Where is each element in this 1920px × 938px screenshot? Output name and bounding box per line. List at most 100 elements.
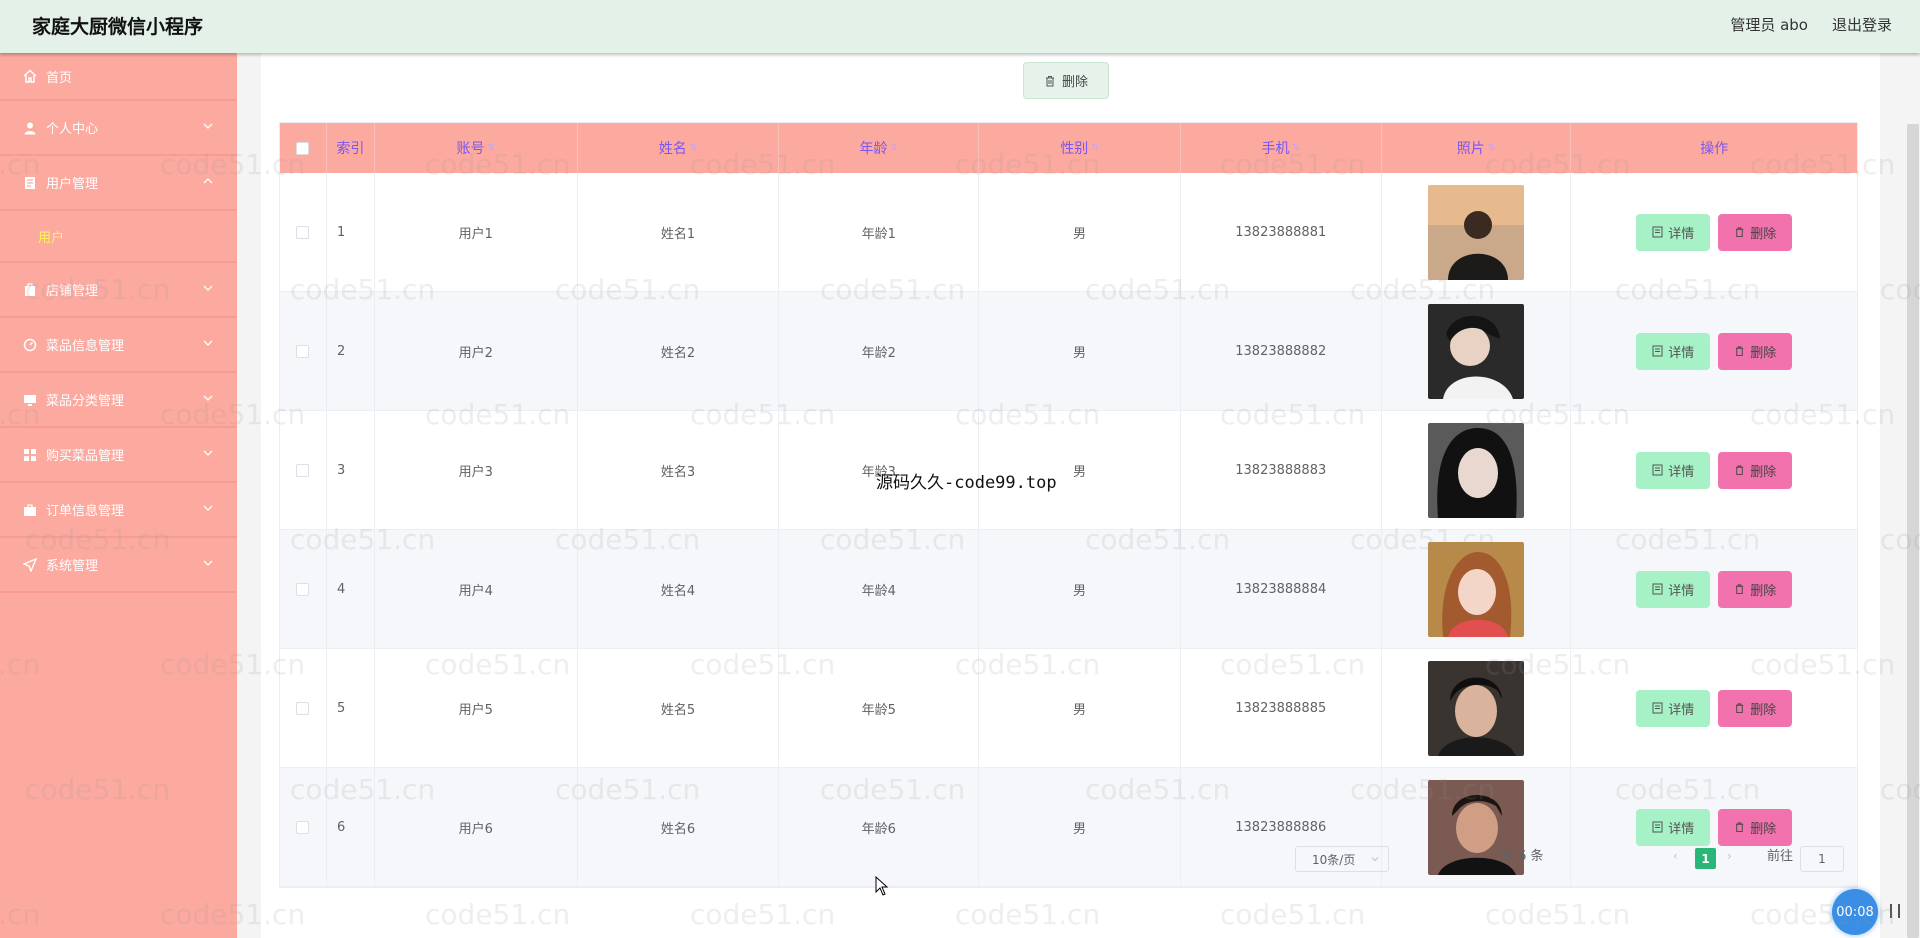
user-photo[interactable] bbox=[1428, 184, 1524, 280]
header-photo[interactable]: 照片 ⇅ bbox=[1382, 123, 1572, 173]
cell-age: 年龄1 bbox=[779, 173, 980, 291]
cell-photo bbox=[1382, 768, 1572, 886]
bulk-delete-button[interactable]: 删除 bbox=[1023, 62, 1109, 99]
row-select bbox=[280, 292, 327, 410]
sort-icon[interactable]: ⇅ bbox=[690, 143, 698, 153]
sidebar-item-user-management[interactable]: 用户管理 bbox=[0, 156, 237, 211]
delete-button[interactable]: 删除 bbox=[1718, 570, 1793, 608]
chevron-down-icon bbox=[203, 340, 213, 346]
row-checkbox[interactable] bbox=[296, 225, 310, 239]
row-checkbox[interactable] bbox=[296, 701, 310, 715]
header-select-all bbox=[280, 123, 327, 173]
detail-button[interactable]: 详情 bbox=[1636, 213, 1711, 251]
row-select bbox=[280, 649, 327, 767]
admin-label[interactable]: 管理员 abo bbox=[1730, 14, 1808, 35]
delete-button[interactable]: 删除 bbox=[1718, 451, 1793, 489]
row-select bbox=[280, 768, 327, 886]
delete-button[interactable]: 删除 bbox=[1718, 689, 1793, 727]
detail-button[interactable]: 详情 bbox=[1636, 570, 1711, 608]
detail-button[interactable]: 详情 bbox=[1636, 689, 1711, 727]
trash-icon bbox=[1045, 75, 1054, 86]
chevron-down-icon bbox=[203, 505, 213, 511]
cell-actions: 详情 删除 bbox=[1571, 173, 1857, 291]
pause-icon[interactable] bbox=[1886, 902, 1906, 920]
row-select bbox=[280, 411, 327, 529]
header-account[interactable]: 账号 ⇅ bbox=[375, 123, 578, 173]
header-label: 年龄 bbox=[859, 141, 888, 157]
scrollbar[interactable] bbox=[1907, 124, 1919, 938]
chevron-down-icon bbox=[203, 395, 213, 401]
cell-gender: 男 bbox=[979, 530, 1181, 648]
delete-label: 删除 bbox=[1750, 821, 1777, 837]
sort-icon[interactable]: ⇅ bbox=[1091, 143, 1099, 153]
next-page-button[interactable]: › bbox=[1727, 849, 1732, 863]
sidebar: 首页 个人中心 用户管理 用户 店铺管理 菜品信息管理 菜品分类管理 购买菜品管… bbox=[0, 53, 237, 938]
navigation-icon bbox=[22, 557, 38, 573]
sort-icon[interactable]: ⇅ bbox=[1488, 143, 1496, 153]
prev-page-button[interactable]: ‹ bbox=[1673, 849, 1678, 863]
chevron-up-icon bbox=[203, 178, 213, 184]
dish-icon bbox=[22, 337, 38, 353]
page-number-current[interactable]: 1 bbox=[1695, 848, 1716, 869]
select-all-checkbox[interactable] bbox=[296, 141, 310, 155]
table-row: 6 用户6 姓名6 年龄6 男 13823888886 详情 删除 bbox=[280, 768, 1857, 887]
sort-icon[interactable]: ⇅ bbox=[1292, 143, 1300, 153]
logout-button[interactable]: 退出登录 bbox=[1832, 14, 1892, 35]
detail-button[interactable]: 详情 bbox=[1636, 808, 1711, 846]
cell-account: 用户5 bbox=[375, 649, 578, 767]
row-checkbox[interactable] bbox=[296, 820, 310, 834]
page-size-select[interactable]: 10条/页 bbox=[1295, 846, 1389, 872]
sidebar-item-label: 首页 bbox=[46, 70, 73, 86]
table-row: 1 用户1 姓名1 年龄1 男 13823888881 详情 删除 bbox=[280, 173, 1857, 292]
user-photo[interactable] bbox=[1428, 303, 1524, 399]
sort-icon[interactable]: ⇅ bbox=[487, 143, 495, 153]
goto-page-input[interactable]: 1 bbox=[1800, 846, 1844, 872]
header-label: 性别 bbox=[1060, 141, 1089, 157]
sidebar-subitem-label: 用户 bbox=[38, 230, 65, 246]
sidebar-item-label: 菜品分类管理 bbox=[46, 394, 125, 409]
sidebar-item-order-info[interactable]: 订单信息管理 bbox=[0, 483, 237, 538]
page-size-value: 10条/页 bbox=[1312, 852, 1356, 867]
header-name[interactable]: 姓名 ⇅ bbox=[578, 123, 780, 173]
sidebar-subitem-user[interactable]: 用户 bbox=[0, 211, 237, 263]
pagination-total: 共 6 条 bbox=[1501, 849, 1544, 864]
chevron-down-icon bbox=[1371, 857, 1379, 862]
cell-account: 用户1 bbox=[375, 173, 578, 291]
row-checkbox[interactable] bbox=[296, 344, 310, 358]
mouse-cursor-icon bbox=[875, 876, 889, 896]
cell-photo bbox=[1382, 649, 1572, 767]
delete-button[interactable]: 删除 bbox=[1718, 808, 1793, 846]
user-photo[interactable] bbox=[1428, 422, 1524, 518]
detail-button[interactable]: 详情 bbox=[1636, 332, 1711, 370]
detail-button[interactable]: 详情 bbox=[1636, 451, 1711, 489]
cell-photo bbox=[1382, 411, 1572, 529]
sidebar-item-personal-center[interactable]: 个人中心 bbox=[0, 101, 237, 156]
user-photo[interactable] bbox=[1428, 660, 1524, 756]
sidebar-item-home[interactable]: 首页 bbox=[0, 53, 237, 101]
cell-age: 年龄4 bbox=[779, 530, 980, 648]
cell-account: 用户2 bbox=[375, 292, 578, 410]
delete-button[interactable]: 删除 bbox=[1718, 213, 1793, 251]
user-photo[interactable] bbox=[1428, 541, 1524, 637]
header-gender[interactable]: 性别 ⇅ bbox=[979, 123, 1181, 173]
sidebar-item-dish-info[interactable]: 菜品信息管理 bbox=[0, 318, 237, 373]
center-watermark: 源码久久-code99.top bbox=[876, 473, 1057, 493]
row-checkbox[interactable] bbox=[296, 582, 310, 596]
recording-timer: 00:08 bbox=[1832, 889, 1878, 935]
cell-photo bbox=[1382, 292, 1572, 410]
sidebar-item-shop-management[interactable]: 店铺管理 bbox=[0, 263, 237, 318]
trash-icon bbox=[1736, 465, 1744, 476]
sidebar-item-purchase-dish[interactable]: 购买菜品管理 bbox=[0, 428, 237, 483]
header-phone[interactable]: 手机 ⇅ bbox=[1181, 123, 1382, 173]
sidebar-item-system[interactable]: 系统管理 bbox=[0, 538, 237, 593]
row-checkbox[interactable] bbox=[296, 463, 310, 477]
cell-index: 5 bbox=[327, 649, 375, 767]
delete-label: 删除 bbox=[1750, 464, 1777, 480]
sidebar-item-dish-category[interactable]: 菜品分类管理 bbox=[0, 373, 237, 428]
chevron-down-icon bbox=[203, 123, 213, 129]
header-age[interactable]: 年龄 ⇅ bbox=[779, 123, 980, 173]
file-icon bbox=[1652, 464, 1663, 476]
cell-index: 6 bbox=[327, 768, 375, 886]
delete-button[interactable]: 删除 bbox=[1718, 332, 1793, 370]
sort-icon[interactable]: ⇅ bbox=[890, 143, 898, 153]
